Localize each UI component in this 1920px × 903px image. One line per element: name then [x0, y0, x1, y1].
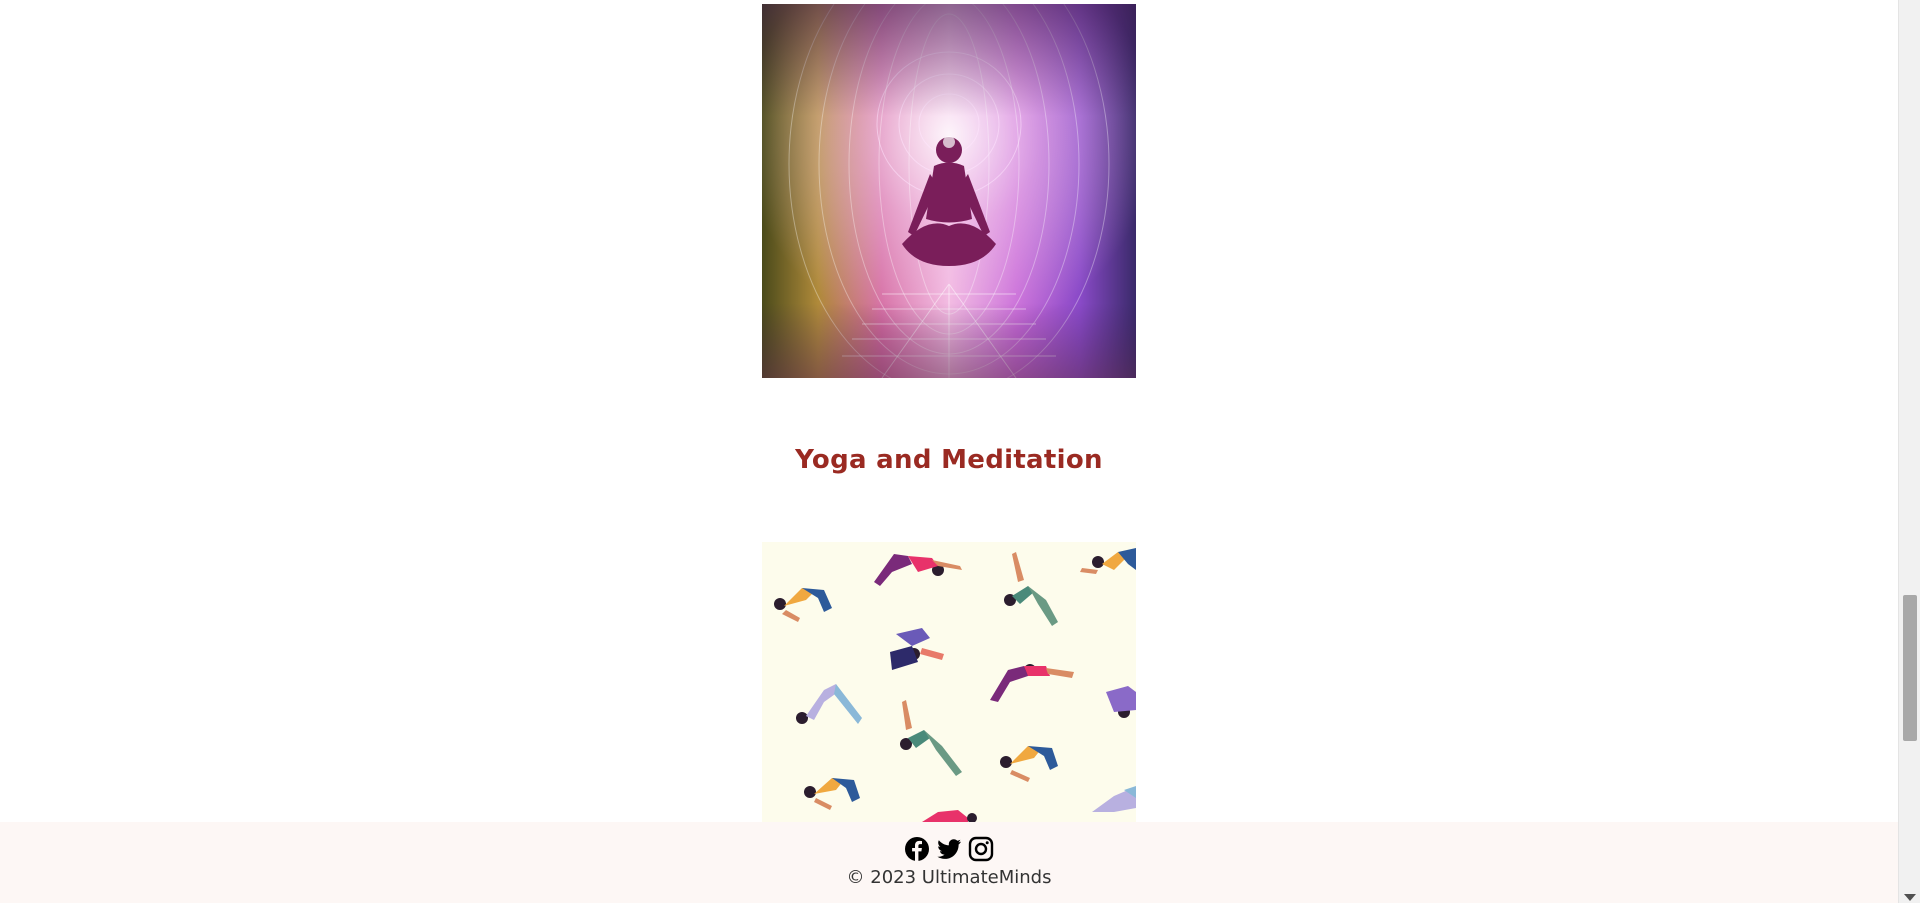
twitter-link[interactable]: [936, 836, 962, 862]
facebook-link[interactable]: [904, 836, 930, 862]
scroll-down-arrow-icon[interactable]: [1904, 894, 1916, 901]
footer: © 2023 UltimateMinds: [0, 822, 1898, 903]
facebook-icon: [905, 837, 929, 861]
meditation-image: [762, 4, 1136, 378]
twitter-icon: [937, 839, 961, 859]
vertical-scrollbar[interactable]: [1898, 0, 1920, 903]
social-links: [0, 836, 1898, 862]
scrollbar-thumb[interactable]: [1903, 595, 1917, 741]
instagram-icon: [968, 836, 994, 862]
page: Yoga and Meditation © 2023 UltimateMinds: [0, 0, 1898, 903]
copyright-text: © 2023 UltimateMinds: [846, 867, 1052, 888]
section-title: Yoga and Meditation: [795, 445, 1103, 475]
yoga-image: [762, 542, 1136, 822]
instagram-link[interactable]: [968, 836, 994, 862]
